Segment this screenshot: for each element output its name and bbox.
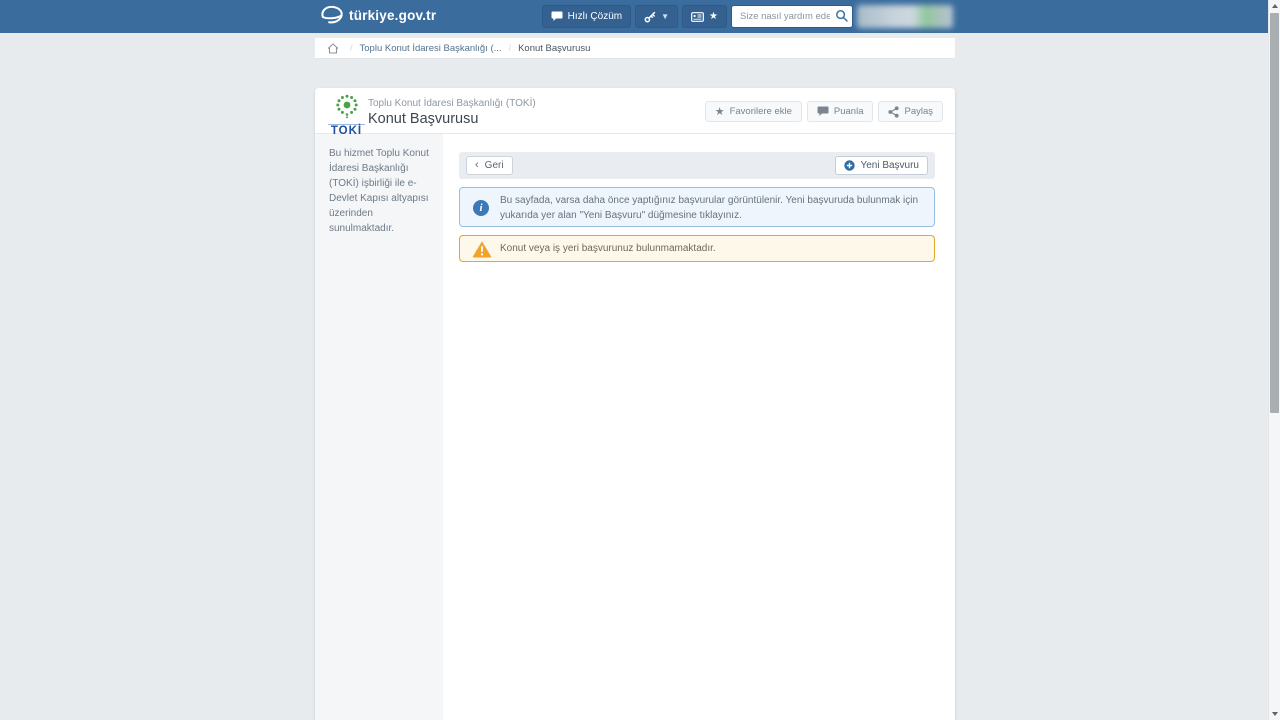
new-application-label: Yeni Başvuru: [860, 160, 919, 171]
action-toolbar: ‹ Geri Yeni Başvuru: [459, 152, 935, 179]
home-icon[interactable]: [323, 42, 343, 54]
breadcrumb-agency-link[interactable]: Toplu Konut İdaresi Başkanlığı (...: [360, 43, 502, 54]
rate-button[interactable]: Puanla: [806, 101, 874, 122]
add-to-favorites-button[interactable]: ★ Favorilere ekle: [704, 101, 802, 122]
warning-alert-text: Konut veya iş yeri başvurunuz bulunmamak…: [500, 243, 716, 254]
info-icon: i: [473, 200, 489, 216]
speech-bubble-icon: [817, 106, 829, 116]
breadcrumb: / Toplu Konut İdaresi Başkanlığı (... / …: [315, 38, 955, 59]
user-name-redacted[interactable]: [857, 5, 953, 28]
scrollbar-up-arrow[interactable]: [1272, 4, 1278, 8]
info-alert-text: Bu sayfada, varsa daha önce yaptığınız b…: [500, 195, 919, 221]
back-label: Geri: [484, 160, 504, 171]
id-card-icon: [691, 11, 704, 22]
new-application-button[interactable]: Yeni Başvuru: [835, 156, 928, 175]
search-icon[interactable]: [835, 9, 849, 23]
service-card-header: TOKİ Toplu Konut İdaresi Başkanlığı (TOK…: [315, 88, 955, 137]
service-card: TOKİ Toplu Konut İdaresi Başkanlığı (TOK…: [315, 88, 955, 720]
warning-triangle-icon: [472, 241, 492, 258]
page-scrollbar: [1268, 0, 1280, 720]
service-description: Bu hizmet Toplu Konut İdaresi Başkanlığı…: [329, 148, 429, 234]
speech-bubble-icon: [551, 11, 563, 21]
breadcrumb-current-page: Konut Başvurusu: [518, 42, 591, 54]
turkiye-gov-tr-logo[interactable]: türkiye.gov.tr: [319, 4, 436, 26]
quick-solution-label: Hızlı Çözüm: [567, 11, 623, 22]
site-search: [731, 5, 853, 28]
service-card-body: Bu hizmet Toplu Konut İdaresi Başkanlığı…: [315, 134, 955, 720]
key-icon: [644, 11, 656, 22]
profile-favorites-button[interactable]: ★: [682, 5, 727, 28]
share-label: Paylaş: [904, 106, 933, 117]
scrollbar-down-arrow[interactable]: [1272, 712, 1278, 716]
plus-circle-icon: [844, 160, 856, 171]
login-key-menu-button[interactable]: ▼: [635, 5, 679, 28]
page-title: Konut Başvurusu: [368, 111, 479, 127]
top-header-bar: türkiye.gov.tr Hızlı Çözüm ▼ ★: [0, 0, 1268, 33]
chevron-down-icon: ▼: [661, 12, 670, 21]
chevron-left-icon: ‹: [475, 159, 479, 171]
quick-solution-button[interactable]: Hızlı Çözüm: [541, 5, 632, 28]
star-icon: ★: [714, 106, 725, 118]
warning-alert: Konut veya iş yeri başvurunuz bulunmamak…: [459, 235, 935, 262]
edevlet-swirl-icon: [321, 5, 343, 24]
scrollbar-thumb[interactable]: [1270, 13, 1279, 413]
rate-label: Puanla: [833, 106, 864, 117]
breadcrumb-separator: /: [508, 43, 512, 53]
service-actions: ★ Favorilere ekle Puanla Paylaş: [704, 101, 943, 122]
back-button[interactable]: ‹ Geri: [466, 156, 513, 175]
site-title: türkiye.gov.tr: [349, 7, 437, 23]
toki-logo: TOKİ: [328, 93, 365, 137]
info-alert: i Bu sayfada, varsa daha önce yaptığınız…: [459, 187, 935, 227]
service-agency-name: Toplu Konut İdaresi Başkanlığı (TOKİ): [368, 98, 536, 109]
breadcrumb-separator: /: [350, 43, 353, 53]
share-button[interactable]: Paylaş: [878, 101, 943, 122]
share-icon: [888, 105, 900, 118]
service-sidebar: Bu hizmet Toplu Konut İdaresi Başkanlığı…: [315, 134, 443, 720]
favorite-label: Favorilere ekle: [729, 106, 792, 117]
service-main-area: ‹ Geri Yeni Başvuru i Bu sayfada, varsa …: [443, 134, 955, 720]
star-icon: ★: [709, 11, 718, 22]
